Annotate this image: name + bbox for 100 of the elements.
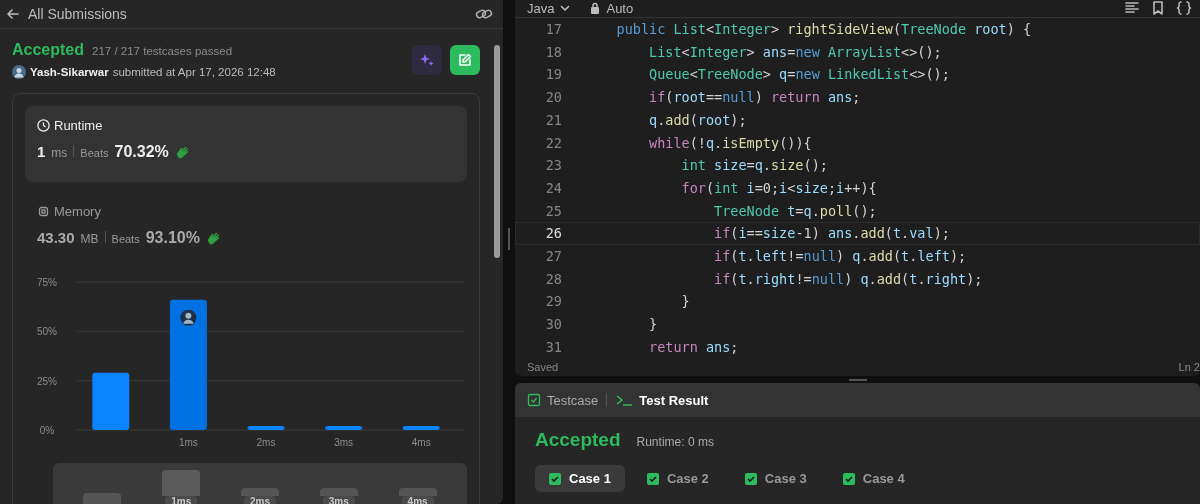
bar[interactable] xyxy=(92,372,130,430)
line-number: 24 xyxy=(544,179,563,196)
code-line: q.add(root); xyxy=(648,111,747,128)
avatar-icon xyxy=(180,309,197,326)
terminal-icon xyxy=(615,393,634,407)
line-number: 22 xyxy=(544,134,563,151)
bookmark-icon[interactable] xyxy=(1150,0,1166,17)
range-bar xyxy=(319,488,358,496)
line-number: 26 xyxy=(544,225,563,242)
code-line: for(int i=0;i<size;i++){ xyxy=(680,179,877,196)
line-number: 18 xyxy=(544,43,563,60)
line-number: 20 xyxy=(544,89,563,106)
back-link[interactable]: All Submissions xyxy=(6,6,127,22)
line-number: 29 xyxy=(544,293,563,310)
panel-tab[interactable]: Testcase xyxy=(527,392,599,408)
range-bar xyxy=(398,488,437,496)
bar[interactable] xyxy=(325,426,363,430)
cursor-position: Ln 2 xyxy=(1178,361,1200,374)
avatar-icon xyxy=(12,65,26,79)
axis-tick-label: 2ms xyxy=(256,437,276,448)
sparkle-icon xyxy=(419,52,435,68)
code-line: if(t.right!=null) q.add(t.right); xyxy=(713,270,983,287)
result-status: Accepted xyxy=(535,429,621,451)
line-number: 31 xyxy=(544,338,563,355)
line-number: 30 xyxy=(544,316,563,333)
code-line: while(!q.isEmpty()){ xyxy=(648,134,812,151)
code-line: } xyxy=(680,293,690,310)
metric-unit: MB xyxy=(80,232,99,246)
code-line: List<Integer> ans=new ArrayList<>(); xyxy=(648,43,942,60)
metric-panel[interactable]: Runtime 1 ms Beats 70.32% xyxy=(25,106,467,182)
code-line: if(t.left!=null) q.add(t.left); xyxy=(713,247,967,264)
metric-panel[interactable]: Memory 43.30 MB Beats 93.10% xyxy=(25,192,467,268)
metric-title: Memory xyxy=(54,204,101,219)
beats-percent: 70.32% xyxy=(114,143,169,161)
sparkle-button[interactable] xyxy=(412,45,442,75)
metric-title: Runtime xyxy=(54,118,103,133)
check-icon xyxy=(549,472,561,485)
clock-icon xyxy=(37,119,50,132)
link-icon[interactable] xyxy=(475,7,493,21)
submitted-text: submitted at Apr 17, 2026 12:48 xyxy=(112,66,276,78)
save-status: Saved xyxy=(527,361,559,374)
testcases-text: 217 / 217 testcases passed xyxy=(92,45,233,57)
range-bar xyxy=(162,470,201,496)
check-icon xyxy=(646,472,659,485)
line-number: 23 xyxy=(544,157,563,174)
check-icon xyxy=(744,472,757,485)
axis-tick-label: 4ms xyxy=(411,437,431,448)
back-link-label[interactable]: All Submissions xyxy=(28,6,127,22)
axis-tick-label: 25% xyxy=(37,375,57,387)
clap-icon xyxy=(205,230,222,246)
bar[interactable] xyxy=(169,299,207,430)
edit-button[interactable] xyxy=(450,45,480,75)
line-number: 21 xyxy=(544,111,563,128)
back-arrow-icon xyxy=(6,7,20,21)
status-text: Accepted xyxy=(12,41,85,59)
case-tab[interactable]: Case 4 xyxy=(828,465,919,492)
bar[interactable] xyxy=(402,426,440,430)
code-line: Queue<TreeNode> q=new LinkedList<>(); xyxy=(648,66,950,83)
code-line: int size=q.size(); xyxy=(680,157,828,174)
lock-icon xyxy=(590,2,601,15)
beats-label: Beats xyxy=(80,147,109,159)
axis-tick-label: 1ms xyxy=(178,437,198,448)
range-bar xyxy=(241,488,279,496)
runtime-text: Runtime: 0 ms xyxy=(636,435,714,449)
braces-icon[interactable] xyxy=(1176,0,1192,17)
axis-tick-label: 0% xyxy=(39,425,55,436)
metric-value: 1 xyxy=(37,143,46,160)
clap-icon xyxy=(174,144,191,160)
case-tab[interactable]: Case 3 xyxy=(730,465,821,492)
chevron-down-icon xyxy=(560,3,571,14)
splitter-handle[interactable] xyxy=(848,378,867,381)
code-line: return ans; xyxy=(648,338,739,355)
code-line: } xyxy=(648,316,658,333)
line-number: 25 xyxy=(544,202,563,219)
chip-icon xyxy=(37,205,50,218)
panel-tab[interactable]: Test Result xyxy=(615,392,709,408)
line-number: 19 xyxy=(544,66,563,83)
auto-mode-toggle[interactable]: Auto xyxy=(590,0,634,16)
range-bar xyxy=(83,493,122,504)
axis-tick-label: 50% xyxy=(37,326,57,338)
case-tab[interactable]: Case 1 xyxy=(535,465,625,492)
beats-percent: 93.10% xyxy=(145,229,200,247)
line-number: 17 xyxy=(544,21,563,38)
code-line: public List<Integer> rightSideView(TreeNode root) { xyxy=(615,21,1032,38)
metric-unit: ms xyxy=(51,146,68,160)
code-line: TreeNode t=q.poll(); xyxy=(713,202,877,219)
edit-icon xyxy=(457,52,473,68)
checkbox-icon xyxy=(527,393,541,407)
beats-label: Beats xyxy=(111,233,140,245)
axis-tick-label: 3ms xyxy=(334,437,354,448)
case-tab[interactable]: Case 2 xyxy=(632,465,723,492)
line-number: 27 xyxy=(544,247,563,264)
code-line: if(i==size-1) ans.add(t.val); xyxy=(713,225,950,242)
code-line: if(root==null) return ans; xyxy=(648,89,861,106)
line-number: 28 xyxy=(544,270,563,287)
username-link[interactable]: Yash-Sikarwar xyxy=(30,66,109,78)
bar[interactable] xyxy=(247,426,285,430)
metric-value: 43.30 xyxy=(37,229,75,246)
check-icon xyxy=(842,472,855,485)
language-dropdown[interactable]: Java xyxy=(527,0,571,16)
